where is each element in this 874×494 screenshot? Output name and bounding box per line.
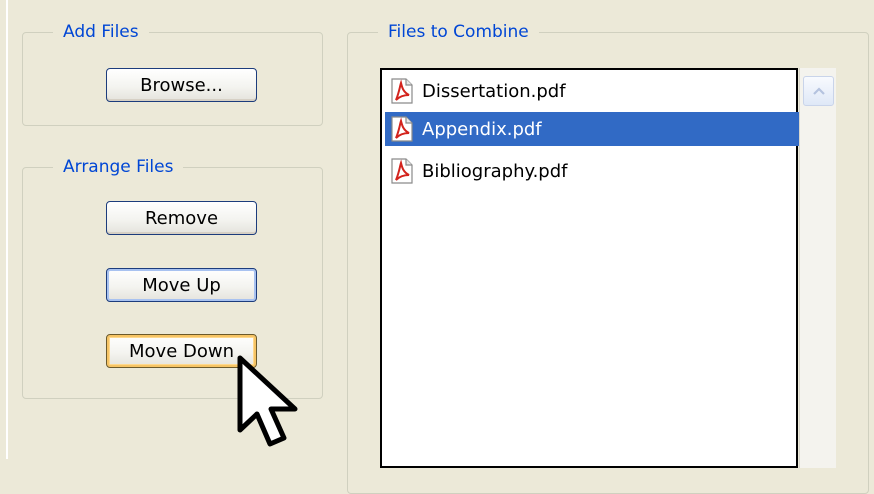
file-list[interactable]: Dissertation.pdf Appendix.pdf Bibliograp… bbox=[380, 68, 802, 468]
scroll-up-button[interactable] bbox=[803, 76, 834, 106]
file-list-item-selected[interactable]: Appendix.pdf bbox=[385, 112, 802, 146]
arrange-files-title: Arrange Files bbox=[53, 155, 184, 179]
pdf-file-icon bbox=[391, 78, 413, 104]
chevron-up-icon bbox=[812, 87, 825, 95]
pdf-file-icon bbox=[391, 116, 413, 142]
window-edge bbox=[6, 0, 8, 459]
file-name: Dissertation.pdf bbox=[422, 80, 566, 102]
file-list-item[interactable]: Dissertation.pdf bbox=[385, 74, 802, 108]
move-down-button[interactable]: Move Down bbox=[106, 334, 257, 368]
file-name: Bibliography.pdf bbox=[422, 160, 568, 182]
file-list-item[interactable]: Bibliography.pdf bbox=[385, 154, 802, 188]
browse-button[interactable]: Browse... bbox=[106, 68, 257, 102]
file-list-scrollbar[interactable] bbox=[799, 68, 836, 468]
add-files-title: Add Files bbox=[53, 20, 149, 44]
combine-files-dialog: Add Files Browse... Arrange Files Remove… bbox=[0, 0, 874, 494]
move-up-button[interactable]: Move Up bbox=[106, 268, 257, 302]
files-to-combine-title: Files to Combine bbox=[378, 20, 539, 44]
pdf-file-icon bbox=[391, 158, 413, 184]
remove-button[interactable]: Remove bbox=[106, 201, 257, 235]
file-name: Appendix.pdf bbox=[422, 118, 542, 140]
